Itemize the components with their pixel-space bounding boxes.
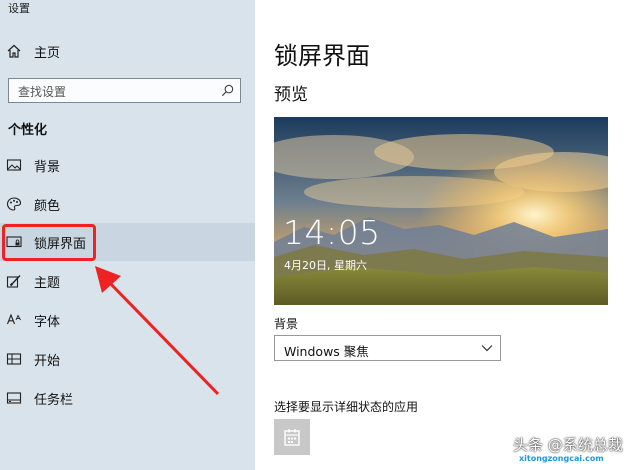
- palette-icon: [6, 197, 22, 211]
- search-placeholder: 查找设置: [18, 85, 67, 99]
- sidebar-item-label: 字体: [34, 315, 61, 330]
- page-title: 锁屏界面: [274, 42, 370, 70]
- sidebar-item-label: 任务栏: [34, 393, 74, 408]
- highlight-box: [2, 224, 96, 261]
- search-input[interactable]: 查找设置: [8, 78, 241, 103]
- sidebar-item-label: 主题: [34, 276, 61, 291]
- detail-status-app-button[interactable]: [274, 419, 310, 455]
- background-dropdown-value: Windows 聚焦: [284, 344, 369, 359]
- calendar-icon: [284, 429, 300, 446]
- sidebar-item-background[interactable]: 背景: [0, 146, 255, 184]
- preview-date: 4月20日, 星期六: [284, 259, 367, 272]
- watermark-url: xitongzongcai.com: [519, 454, 604, 463]
- sidebar-item-label: 背景: [34, 160, 61, 175]
- taskbar-icon: [6, 392, 22, 404]
- background-label: 背景: [274, 317, 299, 331]
- sidebar-item-taskbar[interactable]: 任务栏: [0, 379, 255, 417]
- font-icon: [6, 313, 21, 325]
- sidebar-item-start[interactable]: 开始: [0, 340, 255, 378]
- sidebar-item-colors[interactable]: 颜色: [0, 185, 255, 223]
- sidebar-item-label: 开始: [34, 354, 61, 369]
- picture-icon: [6, 159, 22, 171]
- search-icon[interactable]: [220, 83, 235, 98]
- preview-image: [274, 117, 608, 305]
- watermark: 头条 @系统总裁: [513, 436, 623, 454]
- section-title: 个性化: [8, 123, 48, 138]
- app-title: 设置: [8, 2, 30, 15]
- sidebar-item-home[interactable]: 主页: [0, 32, 255, 70]
- preview-heading: 预览: [274, 85, 308, 105]
- brush-icon: [6, 275, 21, 288]
- sidebar-item-fonts[interactable]: 字体: [0, 301, 255, 339]
- sidebar-item-label: 颜色: [34, 199, 61, 214]
- lockscreen-preview: 14:05 4月20日, 星期六: [274, 117, 608, 305]
- start-icon: [6, 353, 22, 365]
- sidebar-item-themes[interactable]: 主题: [0, 262, 255, 300]
- main-panel: 锁屏界面 预览 14:05 4月20日, 星期六 背景 Windows 聚焦 选…: [255, 0, 640, 470]
- chevron-down-icon: [481, 345, 493, 352]
- home-icon: [7, 44, 21, 58]
- preview-time: 14:05: [283, 213, 381, 252]
- detail-status-label: 选择要显示详细状态的应用: [274, 400, 419, 414]
- sidebar: 设置 主页 查找设置 个性化 背景 颜色 锁屏界面 主题 字体 开始 任务栏: [0, 0, 255, 470]
- sidebar-item-label: 主页: [34, 46, 61, 61]
- background-dropdown[interactable]: Windows 聚焦: [274, 335, 501, 361]
